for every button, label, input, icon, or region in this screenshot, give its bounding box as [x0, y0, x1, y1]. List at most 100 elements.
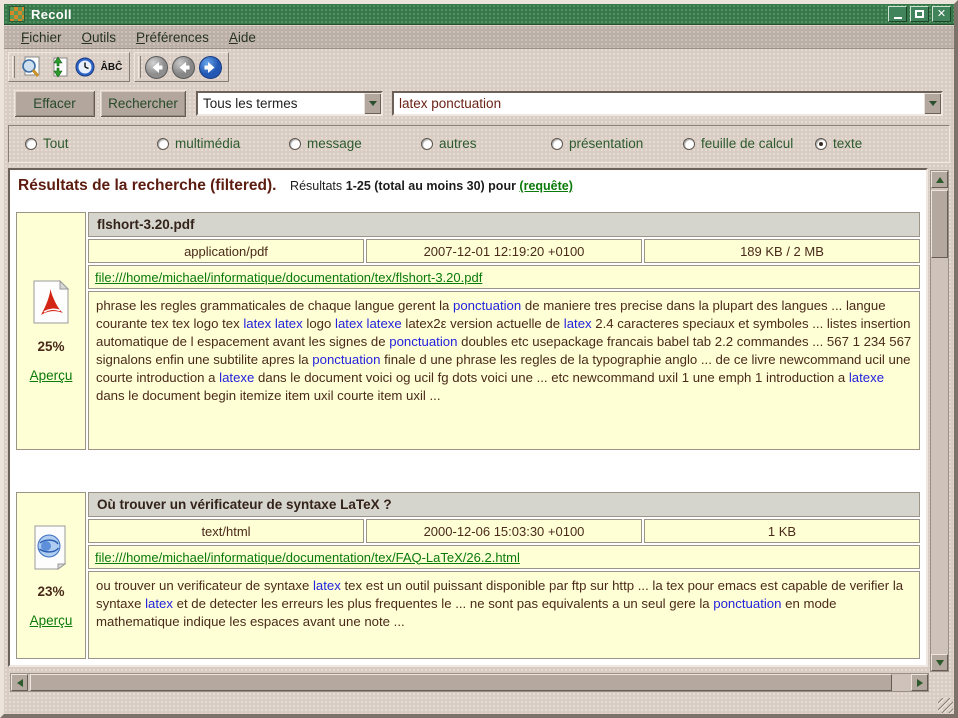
result-url-row: file:///home/michael/informatique/docume…	[88, 545, 920, 569]
update-index-button[interactable]	[44, 54, 71, 80]
radio-icon	[815, 138, 827, 150]
menu-bar: Fichier Outils Préférences Aide	[4, 26, 954, 49]
date-cell: 2000-12-06 15:03:30 +0100	[366, 519, 642, 543]
menu-outils[interactable]: Outils	[73, 28, 126, 47]
result-side-column: 25% Aperçu	[16, 212, 86, 450]
radio-icon	[421, 138, 433, 150]
result-meta-row: application/pdf 2007-12-01 12:19:20 +010…	[88, 239, 920, 263]
snippet-text: phrase les regles grammaticales de chaqu…	[88, 291, 920, 450]
horizontal-scrollbar-thumb[interactable]	[30, 674, 892, 691]
next-page-icon	[198, 55, 223, 80]
results-header: Résultats de la recherche (filtered). Ré…	[18, 177, 573, 195]
search-button[interactable]: Rechercher	[100, 90, 186, 117]
result-title: flshort-3.20.pdf	[88, 212, 920, 237]
close-button[interactable]: ✕	[932, 6, 951, 22]
date-cell: 2007-12-01 12:19:20 +0100	[366, 239, 642, 263]
search-mode-combobox[interactable]: Tous les termes	[196, 91, 383, 116]
query-link[interactable]: (requête)	[519, 179, 572, 193]
result-detail-table: Où trouver un vérificateur de syntaxe La…	[88, 492, 920, 659]
file-url-link[interactable]: file:///home/michael/informatique/docume…	[95, 270, 482, 285]
radio-icon	[683, 138, 695, 150]
arrow-down-icon	[936, 660, 944, 666]
radio-icon	[551, 138, 563, 150]
minimize-icon	[894, 17, 902, 19]
history-button[interactable]	[71, 54, 98, 80]
pdf-document-icon	[31, 279, 71, 325]
close-icon: ✕	[937, 9, 946, 20]
history-clock-icon	[73, 55, 97, 79]
toolbar: ÂBĈ	[4, 50, 954, 84]
window-resize-grip[interactable]	[938, 698, 953, 713]
relevance-percent: 25%	[37, 339, 64, 354]
term-explorer-icon: ÂBĈ	[101, 62, 123, 73]
radio-icon	[157, 138, 169, 150]
horizontal-scrollbar[interactable]	[10, 673, 929, 692]
results-count-prefix: Résultats	[290, 179, 342, 193]
filter-radio-feuille-de-calcul[interactable]: feuille de calcul	[683, 136, 793, 151]
vertical-scrollbar-thumb[interactable]	[931, 190, 948, 258]
search-query-combobox	[392, 91, 943, 116]
search-history-dropdown-button[interactable]	[924, 93, 941, 114]
window-title: Recoll	[31, 7, 72, 22]
recoll-window: Recoll ✕ Fichier Outils Préférences Aide	[0, 0, 958, 718]
previous-page-icon	[171, 55, 196, 80]
filter-radio-autres[interactable]: autres	[421, 136, 477, 151]
preview-link[interactable]: Aperçu	[30, 368, 73, 383]
update-index-icon	[46, 55, 70, 79]
mime-type-cell: application/pdf	[88, 239, 364, 263]
title-bar[interactable]: Recoll ✕	[4, 4, 954, 25]
filter-radio-message[interactable]: message	[289, 136, 362, 151]
vertical-scrollbar[interactable]	[930, 170, 949, 672]
size-cell: 1 KB	[644, 519, 920, 543]
mime-type-cell: text/html	[88, 519, 364, 543]
result-url-row: file:///home/michael/informatique/docume…	[88, 265, 920, 289]
first-page-icon	[144, 55, 169, 80]
toolbar-group-nav	[134, 52, 229, 82]
results-pane: Résultats de la recherche (filtered). Ré…	[8, 168, 928, 667]
toolbar-group-tools: ÂBĈ	[8, 52, 130, 82]
relevance-percent: 23%	[37, 584, 64, 599]
document-search-button[interactable]	[17, 54, 44, 80]
filter-radio-presentation[interactable]: présentation	[551, 136, 643, 151]
chevron-down-icon	[369, 101, 377, 106]
file-url-link[interactable]: file:///home/michael/informatique/docume…	[95, 550, 520, 565]
recoll-app-icon	[9, 6, 25, 22]
scroll-left-button[interactable]	[11, 674, 28, 691]
result-title: Où trouver un vérificateur de syntaxe La…	[88, 492, 920, 517]
results-title: Résultats de la recherche (filtered).	[18, 177, 276, 194]
document-type-filter-panel: Tout multimédia message autres présentat…	[8, 125, 950, 163]
next-page-button[interactable]	[197, 54, 224, 81]
search-input[interactable]	[394, 93, 924, 114]
search-mode-dropdown-button[interactable]	[364, 93, 381, 114]
arrow-up-icon	[936, 177, 944, 183]
chevron-down-icon	[929, 101, 937, 106]
result-detail-table: flshort-3.20.pdf application/pdf 2007-12…	[88, 212, 920, 450]
scroll-down-button[interactable]	[931, 654, 948, 671]
result-meta-row: text/html 2000-12-06 15:03:30 +0100 1 KB	[88, 519, 920, 543]
results-count-range: 1-25 (total au moins 30) pour	[346, 179, 520, 193]
scroll-right-button[interactable]	[911, 674, 928, 691]
document-search-icon	[19, 55, 43, 79]
term-explorer-button[interactable]: ÂBĈ	[98, 54, 125, 80]
html-document-icon	[31, 524, 71, 570]
first-page-button[interactable]	[143, 54, 170, 81]
toolbar-grip[interactable]	[138, 56, 141, 78]
snippet-text: ou trouver un verificateur de syntaxe la…	[88, 571, 920, 659]
radio-icon	[289, 138, 301, 150]
menu-fichier[interactable]: Fichier	[12, 28, 71, 47]
clear-button[interactable]: Effacer	[14, 90, 95, 117]
search-mode-value: Tous les termes	[198, 96, 364, 111]
radio-icon	[25, 138, 37, 150]
maximize-button[interactable]	[910, 6, 929, 22]
filter-radio-texte[interactable]: texte	[815, 136, 862, 151]
toolbar-grip[interactable]	[12, 56, 15, 78]
preview-link[interactable]: Aperçu	[30, 613, 73, 628]
scroll-up-button[interactable]	[931, 171, 948, 188]
menu-aide[interactable]: Aide	[220, 28, 265, 47]
menu-preferences[interactable]: Préférences	[127, 28, 218, 47]
minimize-button[interactable]	[888, 6, 907, 22]
filter-radio-tout[interactable]: Tout	[25, 136, 69, 151]
filter-radio-multimedia[interactable]: multimédia	[157, 136, 240, 151]
previous-page-button[interactable]	[170, 54, 197, 81]
arrow-right-icon	[917, 679, 923, 687]
